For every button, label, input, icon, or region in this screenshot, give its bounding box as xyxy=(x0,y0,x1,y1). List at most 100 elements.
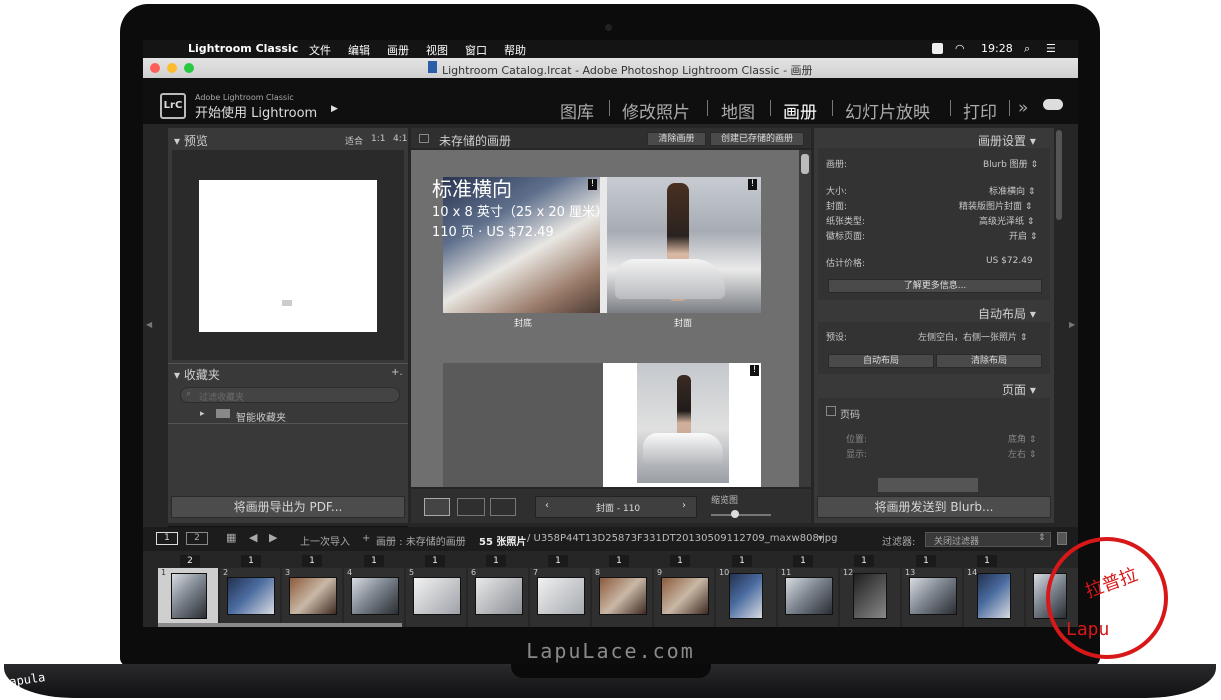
identity-title[interactable]: 开始使用 Lightroom xyxy=(195,102,317,121)
center-scrollbar[interactable] xyxy=(799,150,811,487)
slider-knob[interactable] xyxy=(731,510,739,518)
auto-layout-header[interactable]: 自动布局 ▾ xyxy=(978,305,1036,322)
close-icon[interactable] xyxy=(150,63,160,73)
back-arrow-icon[interactable]: ◀ xyxy=(249,531,257,544)
filmstrip-thumbnail[interactable] xyxy=(351,577,399,615)
status-app-icon[interactable] xyxy=(932,43,943,54)
page-header[interactable]: 页面 ▾ xyxy=(1002,381,1036,398)
right-page[interactable] xyxy=(603,363,761,487)
forward-arrow-icon[interactable]: ▶ xyxy=(269,531,277,544)
module-slideshow[interactable]: 幻灯片放映 xyxy=(845,98,930,123)
smart-collections-item[interactable]: 智能收藏夹 xyxy=(236,409,286,424)
menu-file[interactable]: 文件 xyxy=(309,42,331,58)
last-import-link[interactable]: 上一次导入 xyxy=(300,533,350,548)
collections-header[interactable]: ▾ 收藏夹 xyxy=(174,366,220,383)
collection-filter-input[interactable]: ⌕ 过滤收藏夹 xyxy=(180,387,400,403)
cloud-icon[interactable] xyxy=(1043,99,1063,110)
blank-left-page[interactable] xyxy=(443,363,603,487)
filmstrip-thumbnail[interactable] xyxy=(909,577,957,615)
filmstrip-thumbnail[interactable] xyxy=(289,577,337,615)
filmstrip-thumbnail[interactable] xyxy=(661,577,709,615)
zoom-4-1[interactable]: 4:1 xyxy=(393,134,407,144)
book-select[interactable]: Blurb 图册 ⇕ xyxy=(983,157,1038,170)
menu-window[interactable]: 窗口 xyxy=(465,42,487,58)
create-saved-book-button[interactable]: 创建已存储的画册 xyxy=(710,132,804,146)
display-select[interactable]: 左右 ⇕ xyxy=(1008,447,1036,460)
menu-app-name[interactable]: Lightroom Classic xyxy=(188,42,298,55)
preset-select[interactable]: 左侧空白，右侧一张照片 ⇕ xyxy=(918,330,1027,343)
send-to-blurb-button[interactable]: 将画册发送到 Blurb... xyxy=(817,496,1051,518)
main-window-button[interactable]: 1 xyxy=(156,532,178,545)
expand-arrow-icon[interactable]: ▸ xyxy=(200,409,205,419)
add-collection-button[interactable]: +. xyxy=(391,367,403,378)
paper-select[interactable]: 高级光泽纸 ⇕ xyxy=(979,214,1034,227)
search-icon[interactable]: ⌕ xyxy=(1024,42,1030,56)
filmstrip-thumbnail[interactable] xyxy=(171,573,207,619)
second-window-button[interactable]: 2 xyxy=(186,532,208,545)
clear-book-button[interactable]: 清除画册 xyxy=(647,132,706,146)
right-panel-toggle-icon[interactable]: ▶ xyxy=(1069,320,1075,329)
warning-icon[interactable]: ! xyxy=(748,179,757,190)
scrollbar-thumb[interactable] xyxy=(801,154,809,174)
cover-select[interactable]: 精装版图片封面 ⇕ xyxy=(959,199,1032,212)
navigator-preview[interactable] xyxy=(172,150,404,360)
zoom-1-1[interactable]: 1:1 xyxy=(371,134,385,144)
module-book[interactable]: 画册 xyxy=(783,98,817,123)
filmstrip-thumbnail[interactable] xyxy=(413,577,461,615)
page-photo[interactable] xyxy=(637,363,729,483)
module-map[interactable]: 地图 xyxy=(721,98,755,123)
filter-lock-icon[interactable] xyxy=(1057,532,1067,545)
more-modules-icon[interactable]: » xyxy=(1018,98,1028,118)
filmstrip-thumbnail[interactable] xyxy=(785,577,833,615)
warning-icon[interactable]: ! xyxy=(588,179,597,190)
filmstrip[interactable]: 2 1 1 1 1 1 1 1 1 1 1 1 1 1 1 2 3 4 5 6 … xyxy=(143,551,1078,627)
position-select[interactable]: 底角 ⇕ xyxy=(1008,432,1036,445)
multi-page-view-icon[interactable] xyxy=(424,498,450,516)
next-page-icon[interactable]: › xyxy=(682,500,686,511)
auto-layout-button[interactable]: 自动布局 xyxy=(828,354,934,368)
filmstrip-thumbnail[interactable] xyxy=(977,573,1011,619)
learn-more-button[interactable]: 了解更多信息... xyxy=(828,279,1042,293)
filmstrip-thumbnail[interactable] xyxy=(729,573,763,619)
warning-icon[interactable]: ! xyxy=(750,365,759,376)
filmstrip-thumbnail[interactable] xyxy=(227,577,275,615)
filmstrip-thumbnail[interactable] xyxy=(853,573,887,619)
path-dropdown-icon[interactable]: ▾ xyxy=(818,533,823,544)
front-cover-photo[interactable] xyxy=(603,177,761,313)
filter-select[interactable]: 关闭过滤器 ⇕ xyxy=(925,532,1051,547)
single-page-view-icon[interactable] xyxy=(490,498,516,516)
left-panel-toggle-icon[interactable]: ◀ xyxy=(146,320,152,329)
grid-view-icon[interactable]: ▦ xyxy=(226,531,236,544)
size-select[interactable]: 标准横向 ⇕ xyxy=(989,184,1035,197)
spread-view-icon[interactable] xyxy=(457,498,485,516)
thumbnail-slider[interactable] xyxy=(711,510,771,518)
maximize-icon[interactable] xyxy=(184,63,194,73)
wifi-icon[interactable]: ◠ xyxy=(955,42,965,55)
export-pdf-button[interactable]: 将画册导出为 PDF... xyxy=(171,496,405,518)
play-icon[interactable]: ▶ xyxy=(331,104,338,114)
right-panel-scrollbar[interactable] xyxy=(1056,130,1062,220)
zoom-fit[interactable]: 适合 xyxy=(345,134,363,147)
previous-page-icon[interactable]: ‹ xyxy=(545,500,549,511)
list-icon[interactable]: ☰ xyxy=(1046,42,1056,55)
book-canvas[interactable]: ! ! 标准横向 10 x 8 英寸（25 x 20 厘米） 110 页 · U… xyxy=(411,150,799,487)
filmstrip-scrollbar[interactable] xyxy=(158,623,402,627)
module-library[interactable]: 图库 xyxy=(560,98,594,123)
filmstrip-thumbnail[interactable] xyxy=(475,577,523,615)
clear-layout-button[interactable]: 清除布局 xyxy=(936,354,1042,368)
menu-view[interactable]: 视图 xyxy=(426,42,448,58)
filmstrip-thumbnail[interactable] xyxy=(599,577,647,615)
file-path[interactable]: / U358P44T13D25873F331DT20130509112709_m… xyxy=(527,533,837,544)
module-develop[interactable]: 修改照片 xyxy=(622,98,690,123)
module-print[interactable]: 打印 xyxy=(963,98,997,123)
filmstrip-thumbnail[interactable] xyxy=(537,577,585,615)
page-numbers-checkbox[interactable] xyxy=(826,406,836,416)
menu-book[interactable]: 画册 xyxy=(387,42,409,58)
minimize-icon[interactable] xyxy=(167,63,177,73)
book-settings-header[interactable]: 画册设置 ▾ xyxy=(978,132,1036,149)
source-label[interactable]: 画册 : 未存储的画册 xyxy=(376,533,466,548)
menu-edit[interactable]: 编辑 xyxy=(348,42,370,58)
menu-help[interactable]: 帮助 xyxy=(504,42,526,58)
logo-page-select[interactable]: 开启 ⇕ xyxy=(1009,229,1037,242)
preview-header[interactable]: ▾ 预览 xyxy=(174,132,208,149)
